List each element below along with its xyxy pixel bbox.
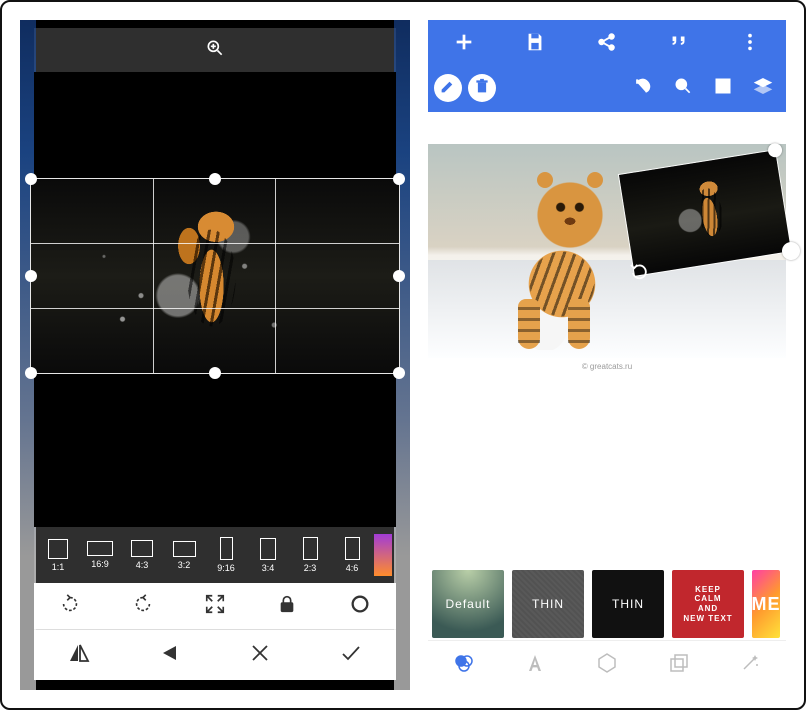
top-toolbar xyxy=(428,20,786,68)
crop-handle-tr[interactable] xyxy=(393,173,405,185)
effects-tab[interactable] xyxy=(738,651,762,680)
style-thin-black[interactable]: THIN xyxy=(592,570,664,638)
stack-icon xyxy=(667,662,691,679)
ratio-3-2[interactable]: 3:2 xyxy=(164,541,204,570)
zoom-in-icon xyxy=(205,38,225,63)
trash-icon xyxy=(473,77,491,100)
aspect-ratio-strip: 1:1 16:9 4:3 3:2 9:16 3:4 2:3 4:6 xyxy=(34,527,396,583)
style-default[interactable]: Default xyxy=(432,570,504,638)
edit-button[interactable] xyxy=(434,74,462,102)
bottom-tab-bar xyxy=(428,640,786,690)
close-icon[interactable] xyxy=(248,641,272,670)
wand-icon xyxy=(738,662,762,679)
rotate-left-icon[interactable] xyxy=(59,593,81,620)
zoom-in-icon xyxy=(673,76,693,101)
zoom-button[interactable] xyxy=(666,76,700,101)
crop-grid xyxy=(31,179,399,373)
crop-action-row xyxy=(34,583,396,629)
style-thin-grey[interactable]: THIN xyxy=(512,570,584,638)
undo-icon xyxy=(633,76,653,101)
quote-icon[interactable] xyxy=(668,31,690,58)
more-vert-icon[interactable] xyxy=(739,31,761,58)
crop-handle-ml[interactable] xyxy=(25,270,37,282)
crop-handle-mr[interactable] xyxy=(393,270,405,282)
magnify-bar[interactable] xyxy=(34,28,396,72)
undo-button[interactable] xyxy=(626,76,660,101)
pencil-icon xyxy=(439,77,457,100)
lock-icon[interactable] xyxy=(276,593,298,620)
ratio-2-3[interactable]: 2:3 xyxy=(290,537,330,573)
secondary-toolbar xyxy=(428,68,786,112)
editor-canvas[interactable]: © greatcats.ru Default THIN THIN KEEP CA… xyxy=(428,112,786,690)
layers-icon xyxy=(753,76,773,101)
stack-tab[interactable] xyxy=(667,651,691,680)
circle-icon[interactable] xyxy=(349,593,371,620)
crop-handle-bl[interactable] xyxy=(25,367,37,379)
crop-handle-br[interactable] xyxy=(393,367,405,379)
style-gradient[interactable]: ME xyxy=(752,570,780,638)
hexagon-icon xyxy=(595,662,619,679)
image-credit: © greatcats.ru xyxy=(428,362,786,371)
text-tab[interactable] xyxy=(523,651,547,680)
ratio-16-9[interactable]: 16:9 xyxy=(80,541,120,569)
rotate-right-icon[interactable] xyxy=(132,593,154,620)
back-icon[interactable] xyxy=(158,641,182,670)
crop-handle-tm[interactable] xyxy=(209,173,221,185)
expand-icon[interactable] xyxy=(204,593,226,620)
ratio-4-6[interactable]: 4:6 xyxy=(332,537,372,573)
overlay-image[interactable] xyxy=(619,150,791,275)
filters-icon xyxy=(452,662,476,679)
grid-button[interactable] xyxy=(706,76,740,101)
flip-horizontal-icon[interactable] xyxy=(67,641,91,670)
overlay-handle-tr[interactable] xyxy=(767,142,783,158)
crop-handle-tl[interactable] xyxy=(25,173,37,185)
grid-icon xyxy=(713,76,733,101)
layers-button[interactable] xyxy=(746,76,780,101)
text-style-strip[interactable]: Default THIN THIN KEEP CALM AND NEW TEXT… xyxy=(428,568,786,640)
filters-tab[interactable] xyxy=(452,651,476,680)
crop-bottom-bar xyxy=(34,630,396,680)
ratio-4-3[interactable]: 4:3 xyxy=(122,540,162,570)
ratio-strip-decoration xyxy=(374,534,392,576)
style-keep-calm[interactable]: KEEP CALM AND NEW TEXT xyxy=(672,570,744,638)
crop-handle-bm[interactable] xyxy=(209,367,221,379)
overlay-handle-br[interactable] xyxy=(781,241,802,262)
ratio-3-4[interactable]: 3:4 xyxy=(248,538,288,573)
ratio-1-1[interactable]: 1:1 xyxy=(38,539,78,572)
text-icon xyxy=(523,662,547,679)
share-icon[interactable] xyxy=(596,31,618,58)
ratio-9-16[interactable]: 9:16 xyxy=(206,537,246,573)
save-icon[interactable] xyxy=(524,31,546,58)
crop-editor-screen: 1:1 16:9 4:3 3:2 9:16 3:4 2:3 4:6 xyxy=(20,20,410,690)
delete-button[interactable] xyxy=(468,74,496,102)
crop-canvas[interactable] xyxy=(34,72,396,527)
check-icon[interactable] xyxy=(339,641,363,670)
crop-frame[interactable] xyxy=(30,178,400,374)
collage-editor-screen: © greatcats.ru Default THIN THIN KEEP CA… xyxy=(428,20,786,690)
overlay-rotate-handle[interactable] xyxy=(627,259,652,284)
shapes-tab[interactable] xyxy=(595,651,619,680)
base-image[interactable] xyxy=(428,144,786,358)
plus-icon[interactable] xyxy=(453,31,475,58)
